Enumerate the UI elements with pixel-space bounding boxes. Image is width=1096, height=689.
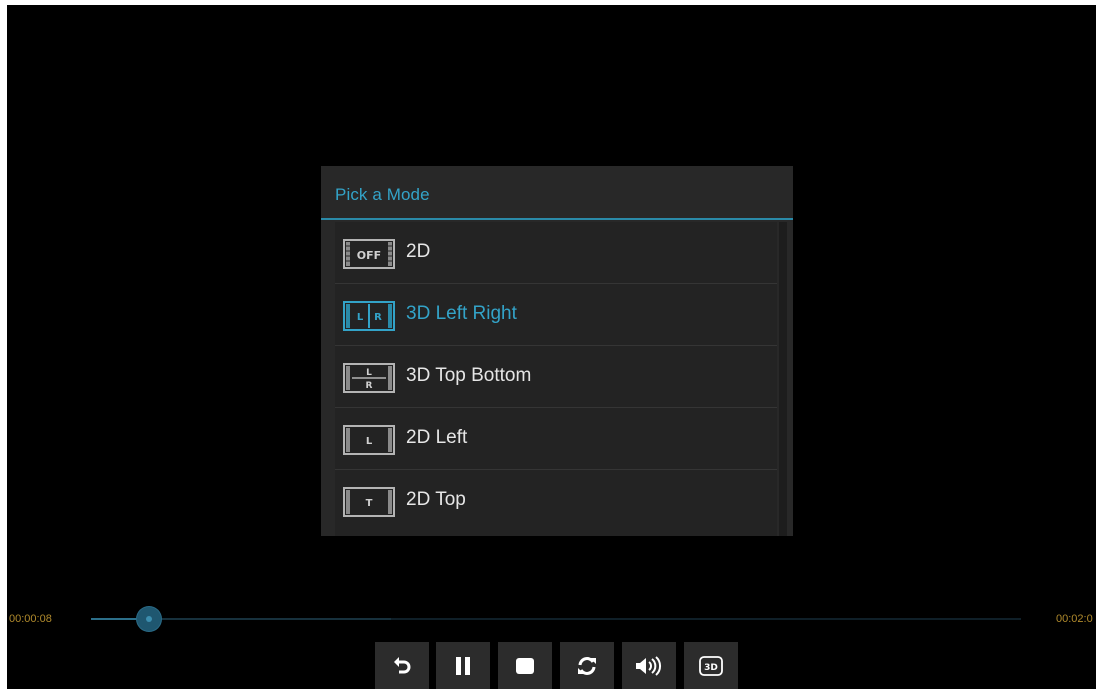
left-mode-icon: L bbox=[343, 425, 395, 455]
svg-text:T: T bbox=[366, 498, 373, 509]
top-bottom-mode-icon: L R bbox=[343, 363, 395, 393]
stop-icon bbox=[516, 657, 534, 674]
top-mode-icon: T bbox=[343, 487, 395, 517]
stop-button[interactable] bbox=[498, 642, 552, 689]
pick-mode-dialog: Pick a Mode OFF 2D L R 3D Left Right L R… bbox=[321, 166, 793, 536]
svg-text:L: L bbox=[366, 436, 373, 447]
off-mode-icon: OFF bbox=[343, 239, 395, 269]
mode-item-3d-top-bottom[interactable]: L R 3D Top Bottom bbox=[335, 346, 777, 408]
repeat-button[interactable] bbox=[560, 642, 614, 689]
pause-icon bbox=[456, 656, 470, 675]
mode-item-2d[interactable]: OFF 2D bbox=[335, 222, 777, 284]
left-right-mode-icon: L R bbox=[343, 301, 395, 331]
volume-button[interactable] bbox=[622, 642, 676, 689]
back-button[interactable] bbox=[375, 642, 429, 689]
mode-item-label: 2D Top bbox=[406, 489, 466, 510]
mode-item-2d-top[interactable]: T 2D Top bbox=[335, 470, 777, 532]
seek-thumb[interactable] bbox=[137, 607, 161, 631]
mode-item-2d-left[interactable]: L 2D Left bbox=[335, 408, 777, 470]
svg-text:R: R bbox=[366, 381, 373, 391]
pause-button[interactable] bbox=[436, 642, 490, 689]
volume-icon bbox=[636, 655, 662, 676]
3d-mode-button[interactable]: 3D bbox=[684, 642, 738, 689]
back-arrow-icon bbox=[394, 656, 411, 673]
mode-list: OFF 2D L R 3D Left Right L R 3D Top Bott… bbox=[335, 222, 777, 536]
list-scrollbar[interactable] bbox=[779, 222, 787, 536]
mode-item-3d-left-right[interactable]: L R 3D Left Right bbox=[335, 284, 777, 346]
off-icon-text: OFF bbox=[357, 249, 381, 262]
video-player-screen[interactable]: Pick a Mode OFF 2D L R 3D Left Right L R… bbox=[7, 5, 1096, 689]
current-time: 00:00:08 bbox=[9, 613, 52, 625]
total-time: 00:02:0 bbox=[1056, 613, 1093, 625]
mode-item-label: 2D Left bbox=[406, 427, 468, 448]
svg-text:R: R bbox=[374, 312, 382, 323]
svg-text:3D: 3D bbox=[704, 663, 718, 673]
dialog-title-bar: Pick a Mode bbox=[321, 166, 793, 220]
svg-text:L: L bbox=[357, 312, 364, 323]
mode-item-label: 3D Top Bottom bbox=[406, 365, 532, 386]
svg-text:L: L bbox=[366, 368, 372, 378]
refresh-icon bbox=[578, 656, 596, 675]
mode-item-label: 3D Left Right bbox=[406, 303, 517, 324]
dialog-title: Pick a Mode bbox=[335, 185, 430, 204]
mode-item-label: 2D bbox=[406, 241, 431, 262]
3d-icon: 3D bbox=[699, 655, 723, 676]
